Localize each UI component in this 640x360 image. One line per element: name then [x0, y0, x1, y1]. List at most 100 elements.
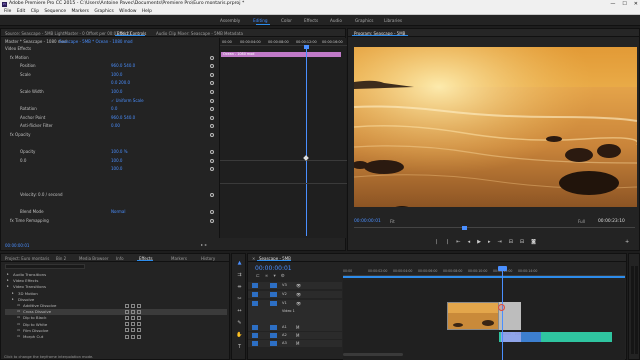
reset-keyframe-icon[interactable]	[210, 81, 214, 86]
audio-clip-overlap[interactable]	[521, 332, 541, 342]
step-back-icon[interactable]: ◂	[468, 239, 471, 247]
full-dropdown[interactable]: Full	[578, 219, 585, 224]
keyframe-playhead[interactable]	[306, 46, 307, 236]
add-marker-icon[interactable]: ▾	[274, 274, 276, 279]
keyframe-playhead-handle[interactable]	[304, 45, 309, 49]
workspace-graphics[interactable]: Graphics	[355, 18, 374, 23]
export-frame-icon[interactable]: ◙	[531, 239, 536, 247]
timeline-ruler[interactable]: 00:00 00:00:02:00 00:00:04:00 00:00:06:00 00…	[343, 264, 625, 276]
effect-property-row[interactable]: fx Motion	[1, 55, 217, 61]
slip-tool-icon[interactable]: ↔	[236, 308, 243, 315]
maximize-button[interactable]: ☐	[622, 0, 626, 8]
effects-list-item[interactable]: ▸ Dissolve	[5, 297, 227, 303]
effect-property-row[interactable]: fx Opacity	[1, 132, 217, 138]
effect-property-value[interactable]: 100.0	[111, 72, 122, 77]
effect-property-value[interactable]: 0.00	[111, 123, 120, 128]
reset-keyframe-icon[interactable]	[210, 107, 214, 112]
effect-property-value[interactable]: 100.0 %	[111, 149, 128, 154]
workspace-color[interactable]: Color	[281, 18, 292, 23]
track-select-tool-icon[interactable]: ⇉	[236, 272, 243, 279]
effect-property-row[interactable]: 0.0 200.0	[1, 80, 217, 86]
effect-property-row[interactable]: Anti-flicker Filter 0.00	[1, 123, 217, 129]
track-target-toggle[interactable]	[270, 292, 277, 297]
ripple-edit-tool-icon[interactable]: ⇹	[236, 284, 243, 291]
effect-controls-timecode[interactable]: 00:00:00:01	[5, 243, 29, 248]
video-clip-linked[interactable]	[501, 332, 521, 342]
tab-markers[interactable]: Markers	[171, 256, 187, 261]
reset-keyframe-icon[interactable]	[210, 150, 214, 155]
effect-property-row[interactable]	[1, 141, 217, 147]
program-scrubber[interactable]	[354, 226, 635, 232]
workspace-editing[interactable]: Editing	[253, 18, 268, 23]
effects-list-item[interactable]: ▭ Cross Dissolve	[5, 309, 227, 315]
go-to-out-icon[interactable]: ⇥	[498, 239, 502, 247]
mute-icon[interactable]: M	[296, 341, 299, 346]
effect-property-value[interactable]: 100.0	[111, 166, 122, 171]
effects-list-item[interactable]: ▭ Additive Dissolve	[5, 303, 227, 309]
audio-track-header[interactable]: A3 M	[248, 340, 342, 347]
video-track-header[interactable]: V1 👁 Video 1	[248, 300, 342, 324]
audio-track-header[interactable]: A2 M	[248, 332, 342, 339]
source-patch-toggle[interactable]	[252, 292, 258, 297]
timeline-playhead[interactable]	[502, 266, 503, 360]
menu-clip[interactable]: Clip	[31, 9, 39, 14]
add-button-icon[interactable]: +	[625, 239, 629, 245]
effect-property-row[interactable]: Scale Width 100.0	[1, 89, 217, 95]
step-forward-icon[interactable]: ▸	[488, 239, 491, 247]
mute-icon[interactable]: M	[296, 325, 299, 330]
effects-search-input[interactable]	[5, 264, 85, 269]
source-patch-toggle[interactable]	[252, 325, 258, 330]
tab-bin-2[interactable]: Bin 2	[56, 256, 66, 261]
eye-icon[interactable]: 👁	[296, 301, 301, 306]
track-target-toggle[interactable]	[270, 333, 277, 338]
workspace-libraries[interactable]: Libraries	[384, 18, 402, 23]
reset-keyframe-icon[interactable]	[210, 64, 214, 69]
effect-property-row[interactable]: 100.0	[1, 166, 217, 172]
source-patch-toggle[interactable]	[252, 301, 258, 306]
video-track-header[interactable]: V3 👁	[248, 282, 342, 289]
effect-property-value[interactable]: 0.0	[111, 106, 117, 111]
menu-graphics[interactable]: Graphics	[94, 9, 113, 14]
program-video-frame[interactable]	[354, 47, 637, 207]
effect-property-value[interactable]: 960.0 540.0	[111, 115, 135, 120]
close-button[interactable]: ✕	[634, 0, 638, 8]
effect-property-row[interactable]: fx Time Remapping	[1, 218, 217, 224]
workspace-assembly[interactable]: Assembly	[220, 18, 240, 23]
minimize-button[interactable]: —	[610, 0, 615, 8]
program-playhead[interactable]	[462, 226, 467, 230]
track-target-toggle[interactable]	[270, 325, 277, 330]
program-timecode-left[interactable]: 00:00:00:01	[354, 219, 381, 224]
video-clip-thumbnail[interactable]	[447, 302, 499, 330]
menu-sequence[interactable]: Sequence	[44, 9, 66, 14]
menu-edit[interactable]: Edit	[17, 9, 26, 14]
effects-list-item[interactable]: ▭ Film Dissolve	[5, 328, 227, 334]
effect-property-row[interactable]: Rotation 0.0	[1, 106, 217, 112]
menu-window[interactable]: Window	[119, 9, 136, 14]
source-patch-toggle[interactable]	[252, 333, 258, 338]
effect-property-value[interactable]: Normal	[111, 209, 125, 214]
extract-icon[interactable]: ⊟	[520, 239, 524, 247]
effects-list-item[interactable]: ▭ Dip to Black	[5, 315, 227, 321]
effect-property-row[interactable]: Anchor Point 960.0 540.0	[1, 115, 217, 121]
eye-icon[interactable]: 👁	[296, 283, 301, 288]
timeline-playhead-handle[interactable]	[498, 266, 507, 271]
reset-keyframe-icon[interactable]	[210, 210, 214, 215]
effect-property-row[interactable]: 0.0 100.0	[1, 158, 217, 164]
effect-clip-bar[interactable]: Ocean - 1080 mod	[221, 52, 341, 57]
reset-keyframe-icon[interactable]	[210, 219, 214, 223]
tab-project[interactable]: Project: Euro montaris	[5, 256, 49, 261]
timeline-close-icon[interactable]: ✕	[252, 256, 255, 261]
selection-tool-icon[interactable]: ▲	[236, 260, 243, 267]
mute-icon[interactable]: M	[296, 333, 299, 338]
linked-select-icon[interactable]: ∞	[265, 274, 269, 279]
work-area-bar[interactable]	[343, 276, 625, 278]
mark-out-icon[interactable]: ❘	[445, 239, 449, 247]
reset-keyframe-icon[interactable]	[210, 133, 214, 137]
effect-property-value[interactable]: ✓ Uniform Scale	[111, 98, 144, 103]
timeline-horizontal-scrollbar[interactable]	[343, 353, 403, 356]
effect-property-value[interactable]: 0.0 200.0	[111, 80, 130, 85]
reset-keyframe-icon[interactable]	[210, 158, 214, 163]
play-icon[interactable]: ▶	[477, 239, 481, 247]
reset-keyframe-icon[interactable]	[210, 90, 214, 94]
effect-property-row[interactable]	[1, 184, 217, 190]
